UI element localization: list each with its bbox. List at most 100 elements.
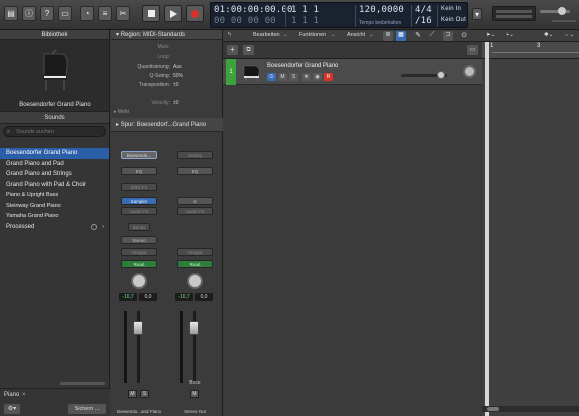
freeze-icon[interactable]: ❄ bbox=[302, 73, 311, 81]
record-button[interactable] bbox=[186, 5, 204, 22]
list-view-icon[interactable]: ≣ bbox=[383, 31, 393, 41]
track-row[interactable]: 1 Boesendorfer Grand Piano ⏻ M S ❄ ◉ R bbox=[223, 59, 482, 85]
grand-piano-icon bbox=[243, 65, 260, 81]
library-item[interactable]: Grand Piano with Pad & Choir bbox=[0, 180, 109, 191]
setting-button[interactable]: Boesendo... bbox=[121, 151, 157, 159]
track-pan-knob[interactable] bbox=[463, 65, 476, 78]
lcd-menu-button[interactable]: ▾ bbox=[472, 8, 482, 20]
setting-button[interactable]: Setting bbox=[177, 151, 213, 159]
library-item[interactable]: Boesendorfer Grand Piano bbox=[0, 148, 109, 159]
toolbar-button[interactable]: ▭ bbox=[58, 6, 72, 21]
duplicate-track-icon[interactable]: ⧉ bbox=[243, 45, 254, 55]
mixer-button[interactable]: ≡ bbox=[98, 6, 112, 21]
track-mute-button[interactable]: M bbox=[278, 73, 287, 81]
library-search-input[interactable]: ⌕ Sounds suchen bbox=[3, 126, 106, 137]
arrange-area[interactable] bbox=[482, 59, 579, 416]
editors-button[interactable]: ✂ bbox=[116, 6, 130, 21]
global-tracks-icon[interactable]: ▭ bbox=[467, 45, 478, 55]
grid-view-icon[interactable]: ▦ bbox=[396, 31, 406, 41]
division-display: /16 bbox=[415, 16, 432, 26]
zoom-icon[interactable]: ⇔⌄ bbox=[564, 32, 574, 38]
input-monitor-icon[interactable]: ◉ bbox=[313, 73, 322, 81]
horizontal-scrollbar[interactable] bbox=[482, 406, 579, 412]
fader-cap[interactable] bbox=[189, 321, 199, 335]
automation-mode[interactable]: Read bbox=[177, 260, 213, 268]
transposition-value[interactable]: ±0 bbox=[173, 82, 179, 88]
sounds-tab[interactable]: Sounds bbox=[0, 112, 109, 124]
velocity-value[interactable]: ±0 bbox=[173, 100, 179, 106]
secondary-tool-icon[interactable]: +⌄ bbox=[506, 32, 514, 38]
library-scrollbar[interactable] bbox=[60, 382, 105, 385]
add-track-button[interactable]: + bbox=[227, 45, 238, 55]
playhead[interactable] bbox=[485, 42, 489, 416]
library-item[interactable]: Piano & Upright Bass bbox=[0, 190, 109, 201]
catch-icon[interactable]: ⊙ bbox=[459, 31, 469, 41]
search-icon: ⌕ bbox=[7, 129, 11, 135]
audio-fx-slot[interactable]: Audio FX bbox=[121, 207, 157, 215]
timeline-ruler[interactable]: 1 3 bbox=[482, 42, 579, 59]
more-toggle[interactable]: ▸ Mehr bbox=[114, 109, 129, 115]
close-icon[interactable]: × bbox=[22, 392, 26, 398]
smart-controls-button[interactable]: ◔ bbox=[80, 6, 94, 21]
midi-fx-slot[interactable]: MIDI FX bbox=[121, 183, 157, 191]
quantize-value[interactable]: Aus bbox=[173, 64, 182, 70]
library-item[interactable]: Grand Piano and Strings bbox=[0, 169, 109, 180]
gear-icon[interactable]: ✱⌄ bbox=[544, 32, 553, 38]
volume-readout[interactable]: -10,7 bbox=[119, 293, 137, 301]
track-solo-button[interactable]: S bbox=[289, 73, 298, 81]
link-icon[interactable]: ⊚ bbox=[177, 197, 213, 205]
volume-readout[interactable]: -10,7 bbox=[175, 293, 193, 301]
fader-cap[interactable] bbox=[133, 321, 143, 335]
mute-button[interactable]: M bbox=[190, 390, 199, 398]
pan-readout[interactable]: 0,0 bbox=[139, 293, 157, 301]
pointer-tool-icon[interactable]: ➤⌄ bbox=[486, 32, 495, 38]
output-slot[interactable]: Stereo bbox=[121, 236, 157, 244]
library-item[interactable]: Grand Piano and Pad bbox=[0, 159, 109, 170]
lcd-display[interactable]: 01:00:00:00.00 00 00 00 00 1 1 1 1 1 1 1… bbox=[210, 2, 468, 28]
master-volume-thumb[interactable] bbox=[558, 7, 566, 15]
power-icon[interactable]: ⏻ bbox=[267, 73, 276, 81]
flex-icon[interactable]: ⟋ bbox=[427, 31, 437, 41]
automation-mode[interactable]: Read bbox=[121, 260, 157, 268]
qswing-value[interactable]: 50% bbox=[173, 73, 183, 79]
region-row-label: Mute: bbox=[157, 44, 170, 50]
snap-icon[interactable]: ⊐ bbox=[443, 31, 453, 41]
pan-knob[interactable] bbox=[131, 273, 147, 289]
menu-functions[interactable]: Funktionen bbox=[299, 32, 326, 38]
level-meter bbox=[124, 311, 127, 383]
track-header[interactable]: ▸ Spur: Boesendorf...Grand Piano bbox=[111, 118, 223, 132]
save-button[interactable]: Sichern ... bbox=[68, 404, 106, 414]
region-header[interactable]: ▾ Region: MIDI-Standards bbox=[111, 30, 222, 40]
chevron-down-icon: ⌄ bbox=[331, 32, 336, 38]
eq-button[interactable]: EQ bbox=[121, 167, 157, 175]
library-item[interactable]: Steinway Grand Piano bbox=[0, 201, 109, 212]
bounce-label[interactable]: Bnce bbox=[173, 380, 217, 386]
mute-button[interactable]: M bbox=[128, 390, 137, 398]
audio-fx-slot[interactable]: Audio FX bbox=[177, 207, 213, 215]
gear-icon[interactable]: ⚙▾ bbox=[4, 404, 20, 414]
instrument-slot[interactable]: Sampler bbox=[121, 197, 157, 205]
sends-slot[interactable]: Sends bbox=[128, 223, 150, 231]
tracks-empty-area[interactable] bbox=[223, 85, 482, 416]
library-preview: Boesendorfer Grand Piano bbox=[0, 40, 109, 112]
track-name[interactable]: Boesendorfer Grand Piano bbox=[267, 63, 338, 69]
quick-help-button[interactable]: ? bbox=[40, 6, 54, 21]
group-slot[interactable]: Gruppe bbox=[177, 248, 213, 256]
library-button[interactable]: ▤ bbox=[4, 6, 18, 21]
menu-edit[interactable]: Bearbeiten bbox=[253, 32, 280, 38]
inspector-button[interactable]: ⓘ bbox=[22, 6, 36, 21]
eq-button[interactable]: EQ bbox=[177, 167, 213, 175]
group-slot[interactable]: Gruppe bbox=[121, 248, 157, 256]
pan-knob[interactable] bbox=[187, 273, 203, 289]
back-icon[interactable]: ↰ bbox=[227, 32, 232, 38]
track-volume-thumb[interactable] bbox=[437, 71, 445, 79]
library-item-processed[interactable]: Processed › bbox=[0, 222, 109, 233]
pan-readout[interactable]: 0,0 bbox=[195, 293, 213, 301]
record-enable-button[interactable]: R bbox=[324, 73, 333, 81]
library-item[interactable]: Yamaha Grand Piano bbox=[0, 211, 109, 222]
solo-button[interactable]: S bbox=[140, 390, 149, 398]
pencil-icon[interactable]: ✎ bbox=[413, 31, 423, 41]
play-button[interactable] bbox=[164, 5, 182, 22]
stop-button[interactable] bbox=[142, 5, 160, 22]
menu-view[interactable]: Ansicht bbox=[347, 32, 365, 38]
